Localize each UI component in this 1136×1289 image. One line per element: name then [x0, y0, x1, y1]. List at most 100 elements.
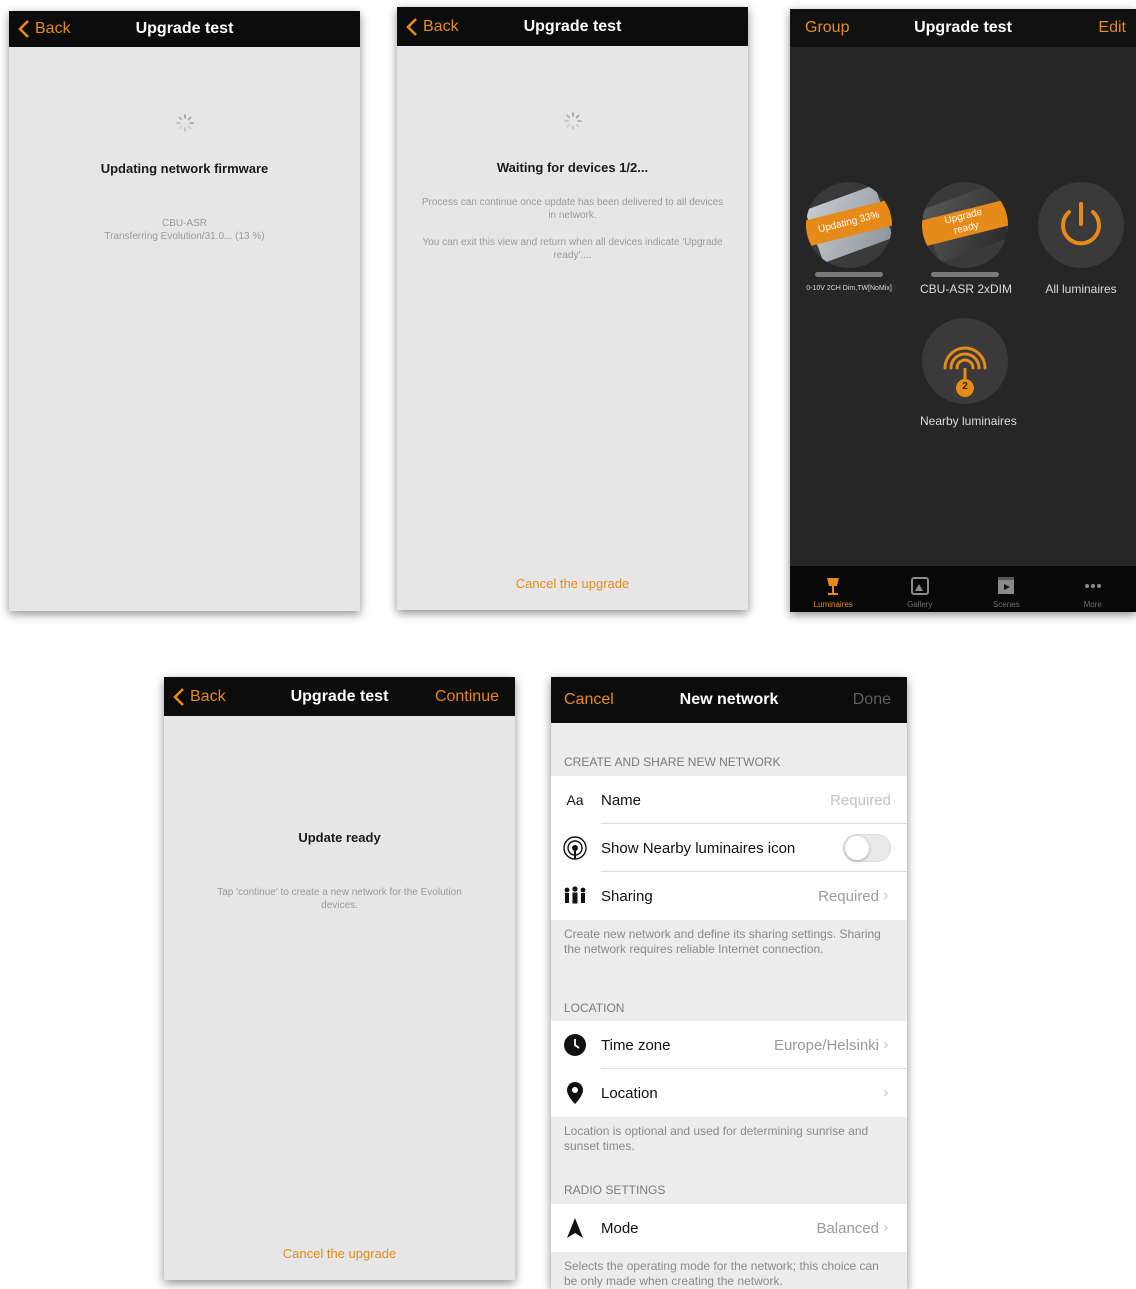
nearby-label: Nearby luminaires	[920, 414, 1017, 428]
luminaire-image: Updating 33%	[806, 182, 892, 268]
back-label: Back	[35, 20, 71, 37]
scenes-icon	[995, 575, 1017, 597]
back-button[interactable]: Back	[17, 11, 71, 47]
location-label: Location	[601, 1084, 658, 1102]
luminaire-label: 0-10V 2CH Dim,TW[NoMix]	[806, 285, 892, 292]
location-row[interactable]: Location ›	[551, 1069, 907, 1117]
nearby-icon-row: Show Nearby luminaires icon	[551, 824, 907, 872]
people-icon	[562, 883, 588, 909]
done-button[interactable]: Done	[853, 677, 891, 723]
tab-luminaires[interactable]: Luminaires	[790, 566, 877, 612]
chevron-left-icon	[18, 20, 29, 38]
name-field[interactable]: Required	[830, 792, 891, 809]
device-name: CBU-ASR	[161, 218, 207, 229]
timezone-row[interactable]: Time zone Europe/Helsinki ›	[551, 1021, 907, 1069]
navbar: Back Upgrade test	[9, 11, 360, 47]
screen-updating-firmware: Back Upgrade test Updating network firmw…	[9, 11, 360, 611]
edit-button[interactable]: Edit	[1098, 9, 1126, 47]
tab-label: More	[1083, 600, 1102, 609]
nearby-label: Show Nearby luminaires icon	[601, 839, 796, 857]
power-icon	[1061, 202, 1101, 246]
navbar: Group Upgrade test Edit	[790, 9, 1136, 47]
tab-label: Scenes	[992, 600, 1020, 609]
location-pin-icon	[562, 1080, 588, 1106]
mode-label: Mode	[601, 1219, 639, 1237]
timezone-value: Europe/Helsinki	[773, 1036, 879, 1054]
tab-scenes[interactable]: Scenes	[963, 566, 1050, 612]
screen-new-network: Cancel New network Done CREATE AND SHARE…	[551, 677, 907, 1289]
luminaire-label: All luminaires	[1045, 282, 1117, 296]
gallery-icon	[909, 575, 931, 597]
chevron-right-icon: ›	[883, 1084, 889, 1101]
all-luminaires-circle	[1038, 182, 1124, 268]
progress-text: Transferring Evolution/31.0... (13 %)	[104, 231, 265, 242]
luminaire-image: Upgrade ready	[922, 182, 1008, 268]
chevron-right-icon: ›	[883, 1036, 889, 1053]
timezone-label: Time zone	[601, 1036, 671, 1054]
chevron-left-icon	[406, 17, 417, 36]
clock-icon	[562, 1032, 588, 1058]
progress-bar	[815, 272, 883, 277]
screen-luminaires: Group Upgrade test Edit Updating 33% 0-1…	[790, 9, 1136, 612]
nearby-signal-icon	[562, 835, 588, 861]
section-footer: Create new network and define its sharin…	[564, 927, 881, 956]
page-title: Upgrade test	[914, 19, 1012, 36]
chevron-right-icon: ›	[883, 1219, 889, 1236]
spinner-icon	[563, 112, 582, 130]
nearby-count-badge: 2	[962, 381, 968, 392]
group-button[interactable]: Group	[805, 9, 849, 47]
page-title: New network	[679, 691, 779, 708]
info-text: Process can continue once update has bee…	[421, 197, 724, 221]
luminaire-tile[interactable]: All luminaires	[1036, 182, 1126, 296]
section-header: RADIO SETTINGS	[564, 1183, 666, 1197]
back-label: Back	[423, 17, 459, 35]
luminaire-label: CBU-ASR 2xDIM	[920, 282, 1013, 296]
section-footer: Selects the operating mode for the netwo…	[564, 1259, 879, 1288]
navbar: Cancel New network Done	[551, 677, 907, 723]
navigation-arrow-icon	[562, 1215, 588, 1241]
sharing-row[interactable]: Sharing Required ›	[551, 872, 907, 920]
tab-label: Luminaires	[813, 600, 853, 609]
status-heading: Waiting for devices 1/2...	[496, 160, 649, 175]
lamp-icon	[822, 575, 844, 597]
luminaire-tile[interactable]: Updating 33% 0-10V 2CH Dim,TW[NoMix]	[804, 182, 894, 292]
toggle-knob	[845, 836, 869, 860]
chevron-right-icon: ›	[883, 887, 889, 904]
back-button[interactable]: Back	[405, 7, 459, 46]
page-title: Upgrade test	[290, 687, 389, 705]
name-label: Name	[601, 791, 642, 809]
navbar: Back Upgrade test	[397, 7, 748, 46]
cancel-upgrade-link[interactable]: Cancel the upgrade	[164, 1246, 515, 1261]
cancel-upgrade-link[interactable]: Cancel the upgrade	[397, 576, 748, 591]
sharing-label: Sharing	[601, 887, 653, 905]
more-icon	[1082, 575, 1104, 597]
continue-button[interactable]: Continue	[435, 677, 499, 716]
section-footer: Location is optional and used for determ…	[564, 1124, 869, 1153]
text-format-icon: Aa	[566, 792, 584, 808]
sharing-value: Required	[818, 887, 879, 905]
chevron-left-icon	[173, 687, 184, 706]
tab-gallery[interactable]: Gallery	[877, 566, 964, 612]
info-text: Tap 'continue' to create a new network f…	[217, 887, 462, 911]
nearby-toggle[interactable]	[843, 834, 891, 862]
back-label: Back	[190, 687, 226, 705]
screen-waiting-devices: Back Upgrade test Waiting for devices 1/…	[397, 7, 748, 610]
info-text-2: You can exit this view and return when a…	[422, 237, 723, 261]
spinner-icon	[175, 114, 194, 132]
name-row[interactable]: Aa Name Required	[551, 776, 907, 824]
cancel-button[interactable]: Cancel	[564, 677, 614, 723]
tab-bar: Luminaires Gallery Scenes More	[790, 566, 1136, 612]
section-header: LOCATION	[564, 1001, 625, 1015]
tab-label: Gallery	[907, 600, 933, 609]
progress-bar	[931, 272, 999, 277]
navbar: Back Upgrade test Continue	[164, 677, 515, 716]
page-title: Upgrade test	[135, 20, 234, 37]
mode-value: Balanced	[816, 1219, 879, 1237]
mode-row[interactable]: Mode Balanced ›	[551, 1204, 907, 1252]
luminaire-tile[interactable]: Upgrade ready CBU-ASR 2xDIM	[920, 182, 1013, 296]
back-button[interactable]: Back	[172, 677, 226, 716]
nearby-luminaires-tile[interactable]: 2 Nearby luminaires	[920, 318, 1017, 428]
section-header: CREATE AND SHARE NEW NETWORK	[564, 755, 781, 769]
status-heading: Update ready	[298, 830, 381, 845]
tab-more[interactable]: More	[1050, 566, 1136, 612]
